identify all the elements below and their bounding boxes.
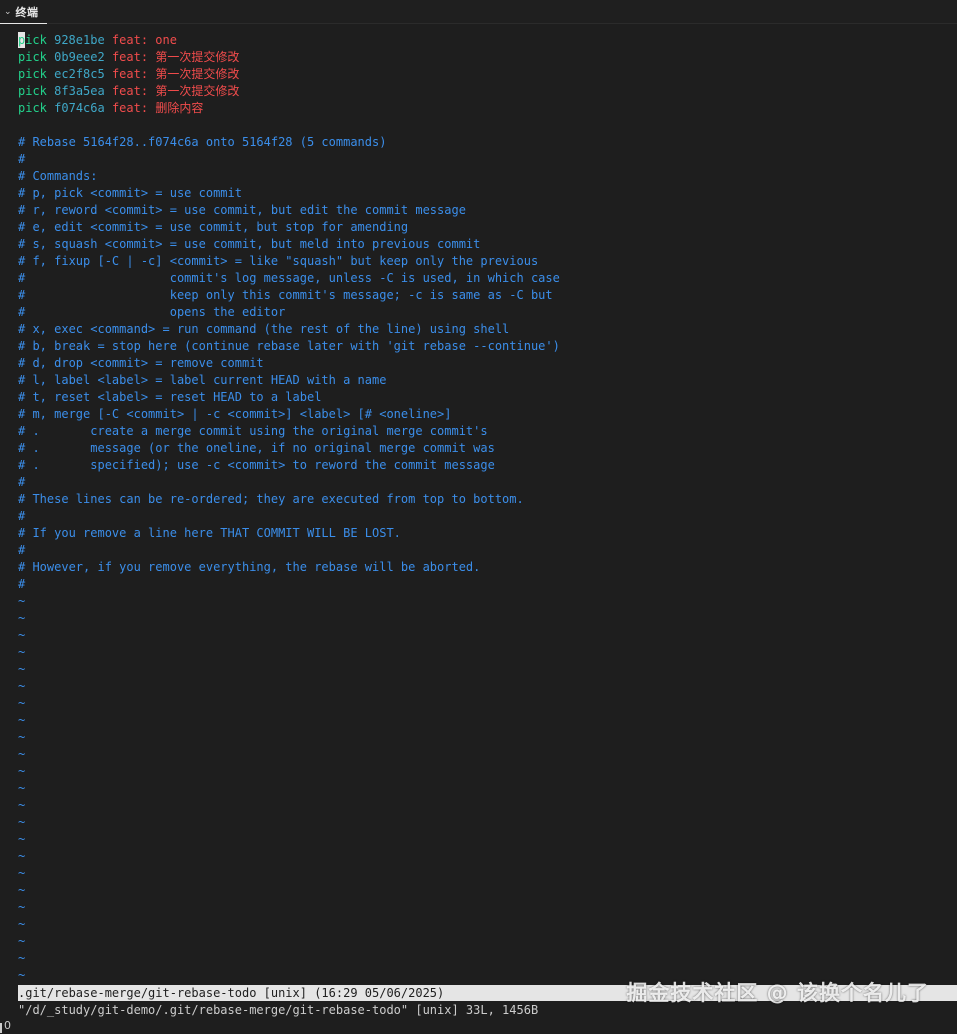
empty-line-marker: ~ <box>18 866 26 880</box>
comment-line: # f, fixup [-C | -c] <commit> = like "sq… <box>18 254 539 268</box>
empty-line-marker: ~ <box>18 832 26 846</box>
todo-line[interactable]: pick 928e1be feat: one <box>18 32 948 49</box>
chevron-down-icon[interactable]: ⌄ <box>4 7 12 17</box>
comment-line: # <box>18 543 26 557</box>
commit-type: feat: <box>111 50 149 64</box>
empty-line-marker: ~ <box>18 764 26 778</box>
todo-command: pick <box>18 67 47 81</box>
empty-line-marker: ~ <box>18 798 26 812</box>
comment-line: # <box>18 152 26 166</box>
comment-line: # Rebase 5164f28..f074c6a onto 5164f28 (… <box>18 135 387 149</box>
todo-line[interactable]: pick ec2f8c5 feat: 第一次提交修改 <box>18 66 948 83</box>
empty-line-marker: ~ <box>18 849 26 863</box>
commit-message: 第一次提交修改 <box>155 50 240 64</box>
panel-header: ⌄ 终端 <box>0 0 957 24</box>
comment-line: # s, squash <commit> = use commit, but m… <box>18 237 481 251</box>
empty-line-marker: ~ <box>18 628 26 642</box>
comment-line: # . create a merge commit using the orig… <box>18 424 488 438</box>
comment-line: # m, merge [-C <commit> | -c <commit>] <… <box>18 407 452 421</box>
empty-line-marker: ~ <box>18 594 26 608</box>
comment-line: # Commands: <box>18 169 98 183</box>
comment-line: # e, edit <commit> = use commit, but sto… <box>18 220 409 234</box>
commit-message: 第一次提交修改 <box>155 84 240 98</box>
commit-hash: ec2f8c5 <box>54 67 105 81</box>
commit-type: feat: <box>111 84 149 98</box>
empty-line-marker: ~ <box>18 781 26 795</box>
comment-line: # . specified); use -c <commit> to rewor… <box>18 458 495 472</box>
comment-line: # opens the editor <box>18 305 286 319</box>
empty-line-marker: ~ <box>18 900 26 914</box>
comment-line: # If you remove a line here THAT COMMIT … <box>18 526 401 540</box>
empty-line-marker: ~ <box>18 679 26 693</box>
comment-line: # <box>18 509 26 523</box>
empty-line-marker: ~ <box>18 917 26 931</box>
commit-hash: 8f3a5ea <box>54 84 105 98</box>
empty-line-marker: ~ <box>18 611 26 625</box>
commit-message: one <box>155 33 177 47</box>
bottom-counter: 0 <box>4 1019 11 1032</box>
commit-message: 第一次提交修改 <box>155 67 240 81</box>
todo-line[interactable]: pick f074c6a feat: 删除内容 <box>18 100 948 117</box>
terminal-window: ⌄ 终端 pick 928e1be feat: one pick 0b9eee2 … <box>0 0 957 1034</box>
comment-line: # d, drop <commit> = remove commit <box>18 356 264 370</box>
comment-line: # commit's log message, unless -C is use… <box>18 271 560 285</box>
empty-line-marker: ~ <box>18 645 26 659</box>
empty-line-marker: ~ <box>18 730 26 744</box>
comment-line: # b, break = stop here (continue rebase … <box>18 339 560 353</box>
todo-command: pick <box>18 50 47 64</box>
comment-line: # t, reset <label> = reset HEAD to a lab… <box>18 390 322 404</box>
todo-line[interactable]: pick 0b9eee2 feat: 第一次提交修改 <box>18 49 948 66</box>
empty-line-marker: ~ <box>18 934 26 948</box>
todo-command: pick <box>18 101 47 115</box>
commit-message: 删除内容 <box>155 101 204 115</box>
tab-terminal[interactable]: ⌄ 终端 <box>0 0 47 24</box>
empty-line-marker: ~ <box>18 662 26 676</box>
comment-line: # . message (or the oneline, if no origi… <box>18 441 495 455</box>
comment-line: # <box>18 475 26 489</box>
comment-line: # However, if you remove everything, the… <box>18 560 481 574</box>
commit-type: feat: <box>111 101 149 115</box>
comment-line: # p, pick <commit> = use commit <box>18 186 242 200</box>
comment-line: # These lines can be re-ordered; they ar… <box>18 492 524 506</box>
comment-line: # l, label <label> = label current HEAD … <box>18 373 387 387</box>
commit-type: feat: <box>111 67 149 81</box>
commit-hash: f074c6a <box>54 101 105 115</box>
empty-line-marker: ~ <box>18 883 26 897</box>
cursor-edge <box>0 1023 2 1033</box>
comment-line: # keep only this commit's message; -c is… <box>18 288 553 302</box>
bottom-strip: 0 <box>0 1019 957 1034</box>
empty-line-marker: ~ <box>18 696 26 710</box>
empty-line-marker: ~ <box>18 951 26 965</box>
comment-line: # x, exec <command> = run command (the r… <box>18 322 510 336</box>
empty-line-marker: ~ <box>18 747 26 761</box>
empty-line-marker: ~ <box>18 713 26 727</box>
todo-command: ick <box>25 33 47 47</box>
todo-command: pick <box>18 84 47 98</box>
commit-hash: 0b9eee2 <box>54 50 105 64</box>
empty-line-marker: ~ <box>18 815 26 829</box>
watermark: 掘金技术社区 @ 该换个名儿了 <box>626 981 929 1005</box>
todo-line[interactable]: pick 8f3a5ea feat: 第一次提交修改 <box>18 83 948 100</box>
commit-hash: 928e1be <box>54 33 105 47</box>
tab-terminal-label: 终端 <box>15 5 39 19</box>
comment-line: # r, reword <commit> = use commit, but e… <box>18 203 466 217</box>
comment-line: # <box>18 577 26 591</box>
commit-type: feat: <box>111 33 149 47</box>
terminal-editor[interactable]: pick 928e1be feat: one pick 0b9eee2 feat:… <box>18 32 948 984</box>
